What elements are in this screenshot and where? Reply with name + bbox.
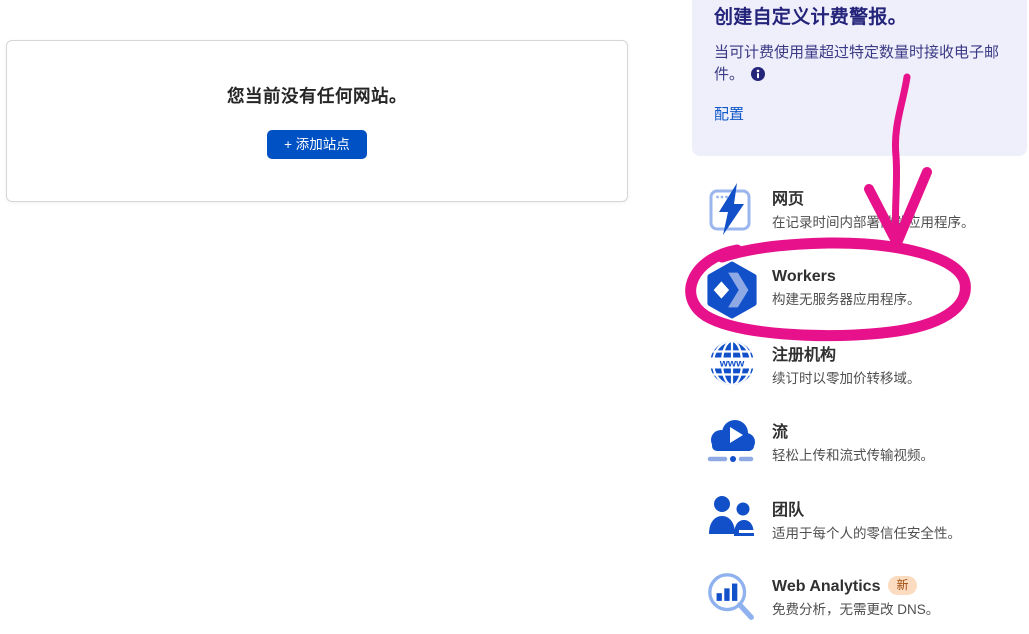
product-description: 在记录时间内部署前端应用程序。 [772,214,975,231]
billing-alert-description: 当可计费使用量超过特定数量时接收电子邮件。 [714,42,1014,86]
product-title: 网页 [772,190,975,209]
product-description: 构建无服务器应用程序。 [772,291,921,308]
product-description: 续订时以零加价转移域。 [772,370,921,387]
add-site-button[interactable]: + 添加站点 [267,130,367,160]
workers-cube-icon [705,260,759,320]
product-text-web-analytics: Web Analytics 新 免费分析，无需更改 DNS。 [772,569,939,627]
product-description: 适用于每个人的零信任安全性。 [772,525,961,542]
empty-websites-card: 您当前没有任何网站。 + 添加站点 [6,40,628,202]
billing-alert-panel: 创建自定义计费警报。 当可计费使用量超过特定数量时接收电子邮件。 配置 [692,0,1027,156]
pages-lightning-icon [705,183,759,235]
globe-www-label: www [719,358,745,370]
product-row-web-analytics[interactable]: Web Analytics 新 免费分析，无需更改 DNS。 [705,569,1025,627]
people-icon [705,494,759,542]
product-text-stream: 流 轻松上传和流式传输视频。 [772,416,934,466]
globe-www-icon: www [705,339,759,387]
product-title: 流 [772,423,934,442]
empty-websites-message: 您当前没有任何网站。 [227,83,407,108]
product-title-text: Web Analytics [772,578,880,595]
product-title: Web Analytics 新 [772,576,939,596]
configure-link[interactable]: 配置 [714,103,744,124]
product-text-workers: Workers 构建无服务器应用程序。 [772,260,921,320]
product-title: Workers [772,267,921,286]
billing-alert-title: 创建自定义计费警报。 [714,2,1007,29]
cloud-play-icon [705,416,759,466]
new-badge: 新 [888,576,916,595]
product-text-pages: 网页 在记录时间内部署前端应用程序。 [772,183,975,235]
info-icon[interactable] [751,67,765,81]
product-description: 免费分析，无需更改 DNS。 [772,601,939,618]
product-row-teams[interactable]: 团队 适用于每个人的零信任安全性。 [705,494,1025,542]
product-text-registrar: 注册机构 续订时以零加价转移域。 [772,339,921,387]
product-description: 轻松上传和流式传输视频。 [772,447,934,464]
magnifier-chart-icon [705,569,759,627]
product-row-stream[interactable]: 流 轻松上传和流式传输视频。 [705,416,1025,466]
product-text-teams: 团队 适用于每个人的零信任安全性。 [772,494,961,542]
product-title: 注册机构 [772,346,921,365]
product-row-registrar[interactable]: www 注册机构 续订时以零加价转移域。 [705,339,1025,387]
product-title: 团队 [772,501,961,520]
product-row-workers[interactable]: Workers 构建无服务器应用程序。 [705,260,1025,320]
product-row-pages[interactable]: 网页 在记录时间内部署前端应用程序。 [705,183,1025,235]
